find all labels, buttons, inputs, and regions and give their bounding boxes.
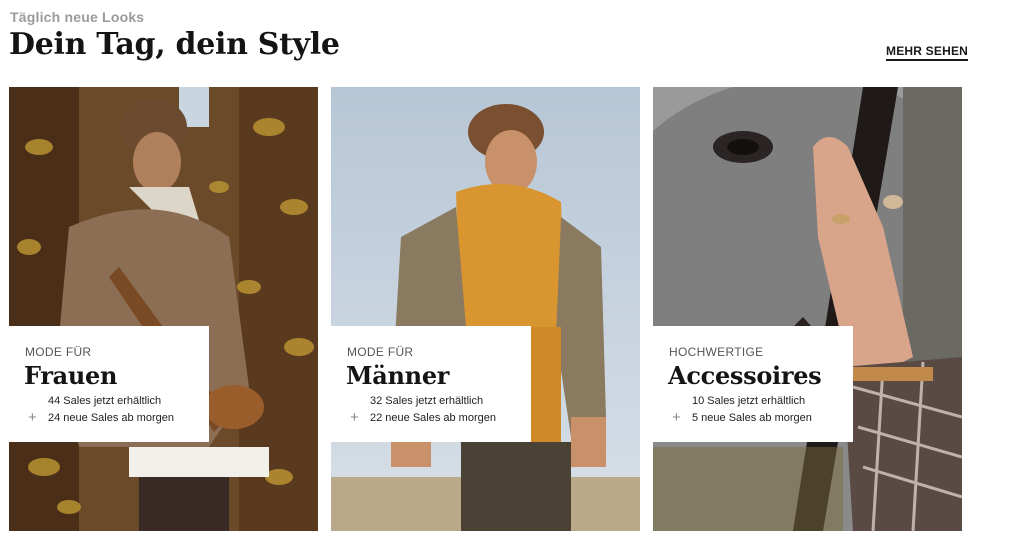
category-card-accessoires[interactable]: HOCHWERTIGE Accessoires 10 Sales jetzt e… — [653, 87, 962, 531]
card-kicker: MODE FÜR — [25, 345, 92, 359]
sales-upcoming-count: 24 neue Sales ab morgen — [48, 412, 174, 424]
woman-in-autumn-jacket-photo — [9, 87, 318, 531]
sales-upcoming-count: 5 neue Sales ab morgen — [692, 412, 812, 424]
hand-with-rings-on-horse-photo — [653, 87, 962, 531]
page-title: Dein Tag, dein Style — [9, 27, 340, 62]
man-in-orange-hoodie-photo — [331, 87, 640, 531]
category-card-maenner[interactable]: MODE FÜR Männer 32 Sales jetzt erhältlic… — [331, 87, 640, 531]
sales-available-count: 44 Sales jetzt erhältlich — [48, 395, 162, 407]
card-info-panel: HOCHWERTIGE Accessoires 10 Sales jetzt e… — [653, 326, 853, 442]
sales-available-count: 32 Sales jetzt erhältlich — [370, 395, 484, 407]
more-link[interactable]: MEHR SEHEN — [886, 44, 969, 61]
card-info-panel: MODE FÜR Frauen 44 Sales jetzt erhältlic… — [9, 326, 209, 442]
card-info-panel: MODE FÜR Männer 32 Sales jetzt erhältlic… — [331, 326, 531, 442]
sales-available-count: 10 Sales jetzt erhältlich — [692, 395, 806, 407]
category-card-frauen[interactable]: MODE FÜR Frauen 44 Sales jetzt erhältlic… — [9, 87, 318, 531]
sales-upcoming-count: 22 neue Sales ab morgen — [370, 412, 496, 424]
card-title: Frauen — [24, 361, 118, 390]
card-kicker: HOCHWERTIGE — [669, 345, 764, 359]
plus-icon: + — [350, 409, 359, 426]
section-eyebrow: Täglich neue Looks — [10, 9, 145, 25]
plus-icon: + — [28, 409, 37, 426]
card-title: Accessoires — [668, 361, 822, 390]
plus-icon: + — [672, 409, 681, 426]
card-kicker: MODE FÜR — [347, 345, 414, 359]
card-title: Männer — [346, 361, 450, 390]
